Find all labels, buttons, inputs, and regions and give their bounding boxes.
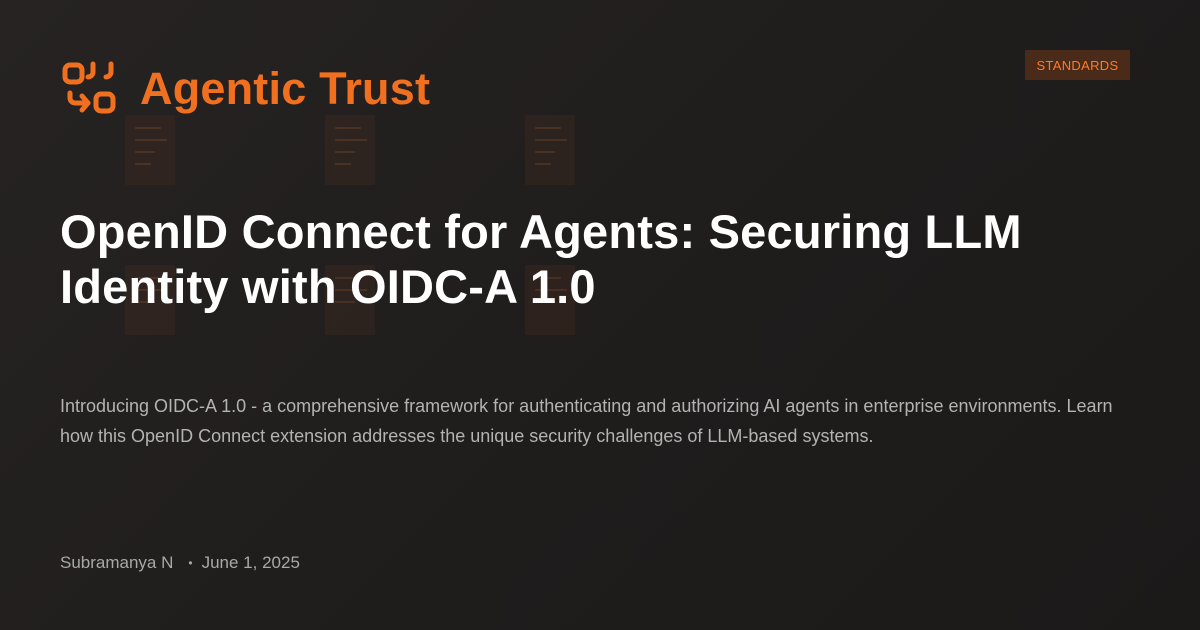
brand-name: Agentic Trust bbox=[140, 62, 431, 114]
article-title: OpenID Connect for Agents: Securing LLM … bbox=[60, 205, 1022, 313]
brand-logo[interactable]: Agentic Trust bbox=[62, 60, 430, 116]
article-meta: Subramanya N • June 1, 2025 bbox=[60, 553, 300, 573]
background-card bbox=[325, 115, 375, 185]
background-card bbox=[525, 115, 575, 185]
author-name: Subramanya N bbox=[60, 553, 174, 572]
category-badge[interactable]: STANDARDS bbox=[1025, 50, 1130, 80]
agentic-trust-logo-icon bbox=[62, 61, 116, 114]
background-card bbox=[125, 115, 175, 185]
article-description: Introducing OIDC-A 1.0 - a comprehensive… bbox=[60, 396, 1113, 446]
publish-date: June 1, 2025 bbox=[201, 553, 300, 572]
meta-separator: • bbox=[188, 556, 193, 570]
